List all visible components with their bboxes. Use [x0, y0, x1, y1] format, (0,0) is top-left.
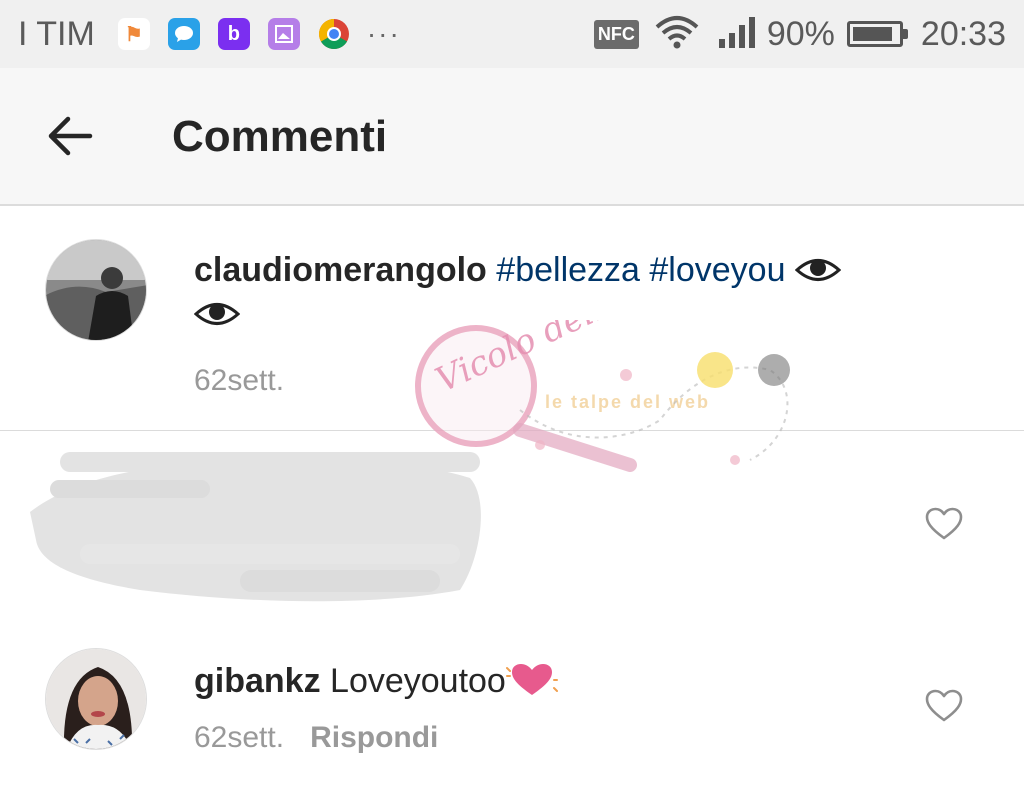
hashtag[interactable]: #loveyou: [649, 251, 785, 289]
username[interactable]: gibankz: [194, 662, 321, 700]
more-notifications-icon: ···: [366, 18, 401, 49]
battery-percentage: 90%: [766, 14, 835, 53]
avatar[interactable]: [45, 239, 147, 341]
carrier-name: I TIM: [18, 14, 95, 53]
heart-emoji-icon: [505, 662, 558, 700]
message-app-icon: [167, 18, 200, 50]
comment-time: 62sett.: [194, 364, 285, 397]
battery-level-fill: [852, 27, 892, 41]
watermark-tagline: le talpe del web: [545, 392, 710, 412]
username[interactable]: claudiomerangolo: [194, 251, 487, 289]
app-header: Commenti: [0, 68, 1024, 206]
eye-emoji-icon: [193, 295, 241, 333]
signal-icon: [717, 15, 761, 54]
status-bar: I TIM ⚑ b ··· NFC 90% 20:33: [0, 0, 1024, 68]
b-app-icon: b: [217, 18, 250, 50]
battery-icon: [846, 21, 908, 47]
nfc-icon: NFC: [593, 19, 639, 49]
flag-app-icon: ⚑: [117, 18, 150, 50]
comment-body: Loveyoutoo: [330, 662, 506, 700]
heart-icon[interactable]: [925, 689, 963, 723]
comment-text: gibankz Loveyoutoo: [194, 659, 558, 703]
eye-emoji-icon: [794, 251, 842, 289]
avatar[interactable]: [45, 648, 147, 750]
clock: 20:33: [920, 14, 1006, 53]
back-arrow-icon[interactable]: [44, 110, 96, 162]
hashtag[interactable]: #bellezza: [496, 251, 640, 289]
watermark-logo: Vicolo delle News le talpe del web: [415, 320, 790, 472]
comment-gibankz: gibankz Loveyoutoo 62sett. Rispondi: [0, 611, 1024, 793]
page-title: Commenti: [172, 112, 388, 161]
reply-button[interactable]: Rispondi: [310, 721, 438, 754]
comment-meta: 62sett. Rispondi: [194, 721, 438, 755]
gallery-app-icon: [267, 18, 300, 50]
comment-time: 62sett.: [194, 721, 285, 754]
heart-icon[interactable]: [925, 507, 963, 541]
chrome-icon: [318, 18, 350, 50]
wifi-icon: [655, 15, 699, 54]
